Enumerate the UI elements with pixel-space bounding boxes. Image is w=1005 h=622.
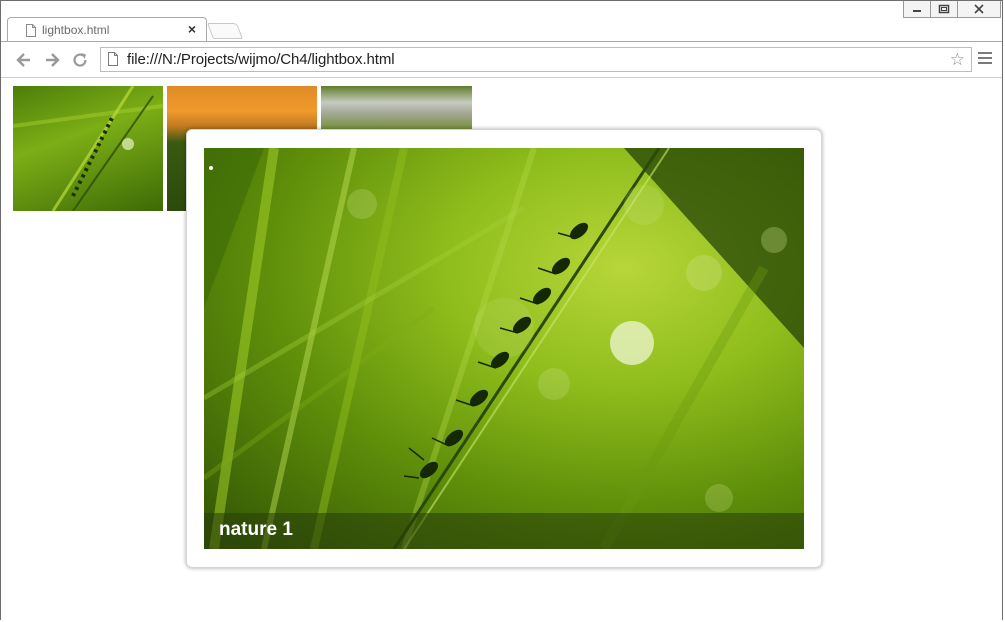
maximize-button[interactable] <box>930 1 958 18</box>
tab-close-icon[interactable]: × <box>188 21 196 37</box>
close-icon <box>974 4 984 14</box>
nature-thumbnail-3[interactable] <box>321 86 472 133</box>
address-bar[interactable]: file:///N:/Projects/wijmo/Ch4/lightbox.h… <box>100 47 972 72</box>
tab-lightbox[interactable]: lightbox.html × <box>7 17 207 42</box>
image-caption: nature 1 <box>219 519 293 540</box>
new-tab-button[interactable] <box>207 23 243 39</box>
menu-icon[interactable] <box>978 52 992 66</box>
tab-title: lightbox.html <box>42 23 110 37</box>
tab-strip: lightbox.html × <box>1 1 1002 42</box>
browser-window: lightbox.html × file:///N:/Projects/wijm… <box>0 0 1003 620</box>
grass-ants-graphic <box>204 148 804 549</box>
nature-thumbnail-1[interactable] <box>13 86 163 211</box>
page-icon <box>26 24 36 37</box>
browser-toolbar: file:///N:/Projects/wijmo/Ch4/lightbox.h… <box>1 41 1002 78</box>
thumbnail-1-graphic <box>13 86 163 211</box>
back-arrow-icon[interactable] <box>14 50 34 70</box>
close-button[interactable] <box>957 1 1001 18</box>
bookmark-star-icon[interactable]: ☆ <box>950 50 965 70</box>
window-controls <box>903 1 1001 19</box>
minimize-button[interactable] <box>903 1 931 18</box>
page-content: nature 1 <box>1 78 1002 620</box>
menu-line <box>978 62 992 64</box>
lightbox-dialog: nature 1 <box>186 129 822 568</box>
minimize-icon <box>913 10 921 12</box>
reload-icon[interactable] <box>70 50 90 70</box>
menu-line <box>978 52 992 54</box>
file-icon <box>108 52 118 66</box>
image-caption-bar: nature 1 <box>204 513 804 549</box>
menu-line <box>978 57 992 59</box>
maximize-icon <box>938 4 950 14</box>
url-text: file:///N:/Projects/wijmo/Ch4/lightbox.h… <box>127 51 395 68</box>
lightbox-image[interactable]: nature 1 <box>204 148 804 549</box>
forward-arrow-icon[interactable] <box>42 50 62 70</box>
